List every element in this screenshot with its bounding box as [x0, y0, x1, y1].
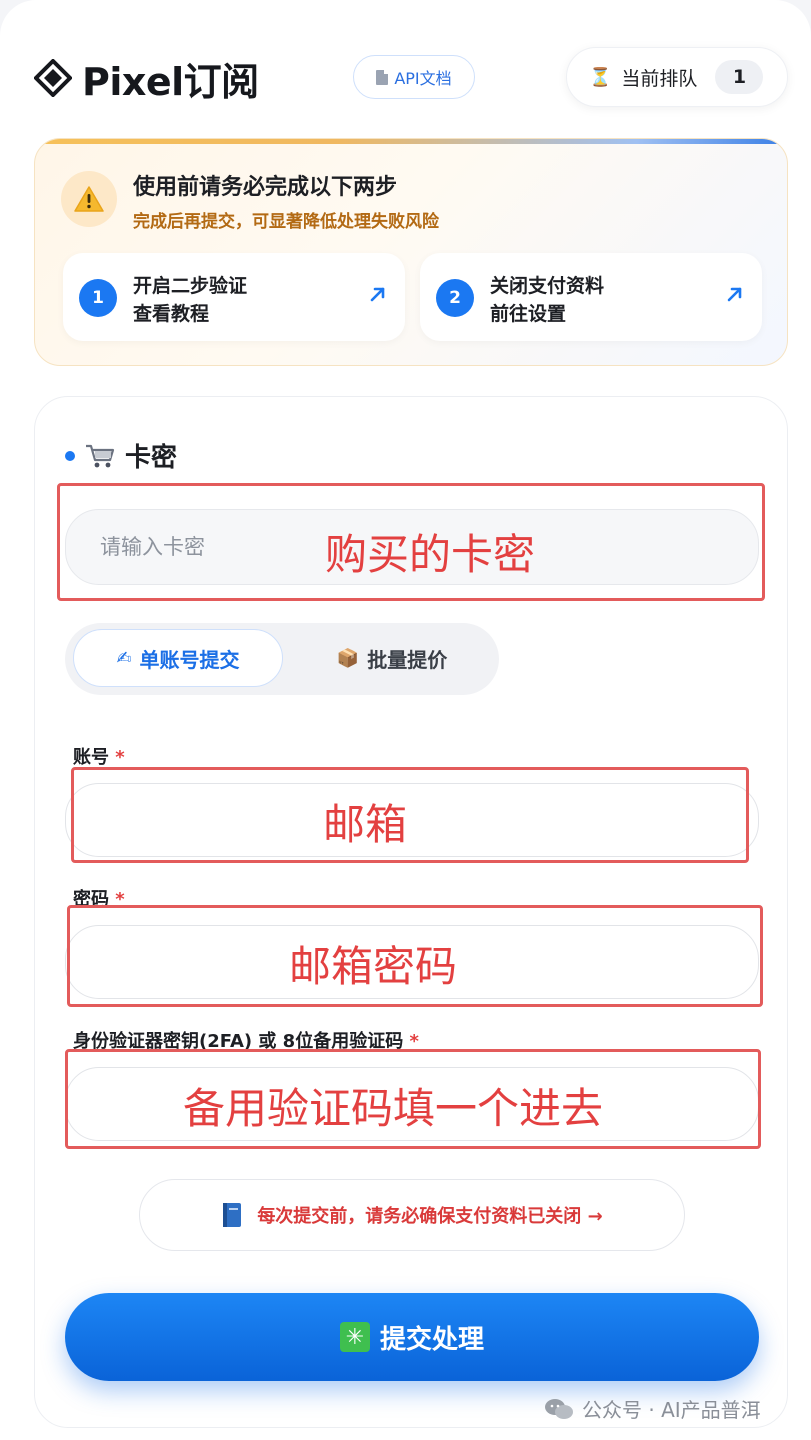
card-key-label: 卡密 — [125, 443, 178, 473]
diamond-logo-icon — [33, 58, 73, 98]
payment-reminder-link[interactable]: 每次提交前，请务必确保支付资料已关闭 → — [139, 1179, 685, 1251]
account-label-text: 账号 — [73, 747, 109, 768]
submit-mode-tabs: ✍ 单账号提交 📦 批量提价 — [65, 623, 499, 695]
twofa-label: 身份验证器密钥(2FA) 或 8位备用验证码 * — [73, 1027, 419, 1053]
queue-status: ⏳ 当前排队 1 — [566, 47, 788, 107]
step-number: 2 — [436, 279, 474, 317]
writing-hand-icon: ✍ — [116, 647, 132, 669]
required-mark: * — [409, 1031, 419, 1052]
hourglass-icon: ⏳ — [589, 66, 612, 88]
notice-accent-bar — [35, 139, 787, 144]
blue-book-icon — [223, 1203, 242, 1227]
annotation-account: 邮箱 — [323, 800, 408, 849]
tab-batch[interactable]: 📦 批量提价 — [297, 629, 487, 687]
submit-label: 提交处理 — [379, 1324, 484, 1355]
twofa-label-text: 身份验证器密钥(2FA) 或 8位备用验证码 — [73, 1031, 404, 1052]
arrow-up-right-icon — [727, 287, 742, 302]
annotation-twofa: 备用验证码填一个进去 — [183, 1084, 604, 1133]
password-label: 密码 * — [73, 885, 125, 911]
account-field — [65, 783, 759, 857]
required-mark: * — [115, 889, 125, 910]
tab-single-account[interactable]: ✍ 单账号提交 — [73, 629, 283, 687]
step-number: 1 — [79, 279, 117, 317]
queue-label: 当前排队 — [621, 67, 698, 90]
reminder-text: 每次提交前，请务必确保支付资料已关闭 → — [257, 1206, 603, 1227]
api-doc-label: API文档 — [394, 69, 452, 88]
bullet-dot-icon — [65, 450, 75, 461]
account-input[interactable] — [66, 784, 758, 856]
shopping-cart-icon — [86, 444, 115, 467]
watermark-text: 公众号 · AI产品普洱 — [582, 1398, 761, 1422]
step-link-text: 查看教程 — [133, 303, 210, 325]
card-key-section-label: 卡密 — [65, 437, 177, 474]
step-disable-payment[interactable]: 2 关闭支付资料 前往设置 — [420, 253, 762, 341]
header: Pixel订阅 API文档 ⏳ 当前排队 1 — [0, 0, 811, 140]
annotation-card-key: 购买的卡密 — [325, 530, 536, 579]
account-label: 账号 * — [73, 743, 125, 769]
password-label-text: 密码 — [73, 889, 109, 910]
notice-title: 使用前请务必完成以下两步 — [133, 175, 398, 200]
app-screen: Pixel订阅 API文档 ⏳ 当前排队 1 使用前请务必完成以下两步 完成后再… — [0, 0, 811, 1440]
wechat-icon — [545, 1398, 573, 1419]
warning-icon — [61, 171, 117, 227]
brand: Pixel订阅 — [33, 52, 259, 104]
step-title: 关闭支付资料 — [490, 275, 605, 297]
package-icon: 📦 — [336, 647, 360, 669]
annotation-password: 邮箱密码 — [289, 942, 458, 991]
brand-title: Pixel订阅 — [82, 59, 259, 104]
document-icon — [376, 69, 389, 85]
queue-count-badge: 1 — [715, 60, 764, 94]
step-link-text: 前往设置 — [490, 303, 567, 325]
submit-form-card: 卡密 购买的卡密 ✍ 单账号提交 📦 批量提价 账号 * 邮箱 — [34, 396, 788, 1428]
required-mark: * — [115, 747, 125, 768]
api-doc-button[interactable]: API文档 — [353, 55, 475, 99]
tab-label: 单账号提交 — [139, 647, 240, 672]
arrow-up-right-icon — [370, 287, 385, 302]
notice-card: 使用前请务必完成以下两步 完成后再提交，可显著降低处理失败风险 1 开启二步验证… — [34, 138, 788, 366]
sparkle-icon: ✳ — [339, 1322, 370, 1352]
tab-label: 批量提价 — [367, 647, 448, 672]
step-title: 开启二步验证 — [133, 275, 248, 297]
notice-subtitle: 完成后再提交，可显著降低处理失败风险 — [133, 212, 439, 232]
step-enable-2fa[interactable]: 1 开启二步验证 查看教程 — [63, 253, 405, 341]
watermark: 公众号 · AI产品普洱 — [544, 1394, 761, 1423]
submit-button[interactable]: ✳ 提交处理 — [65, 1293, 759, 1381]
